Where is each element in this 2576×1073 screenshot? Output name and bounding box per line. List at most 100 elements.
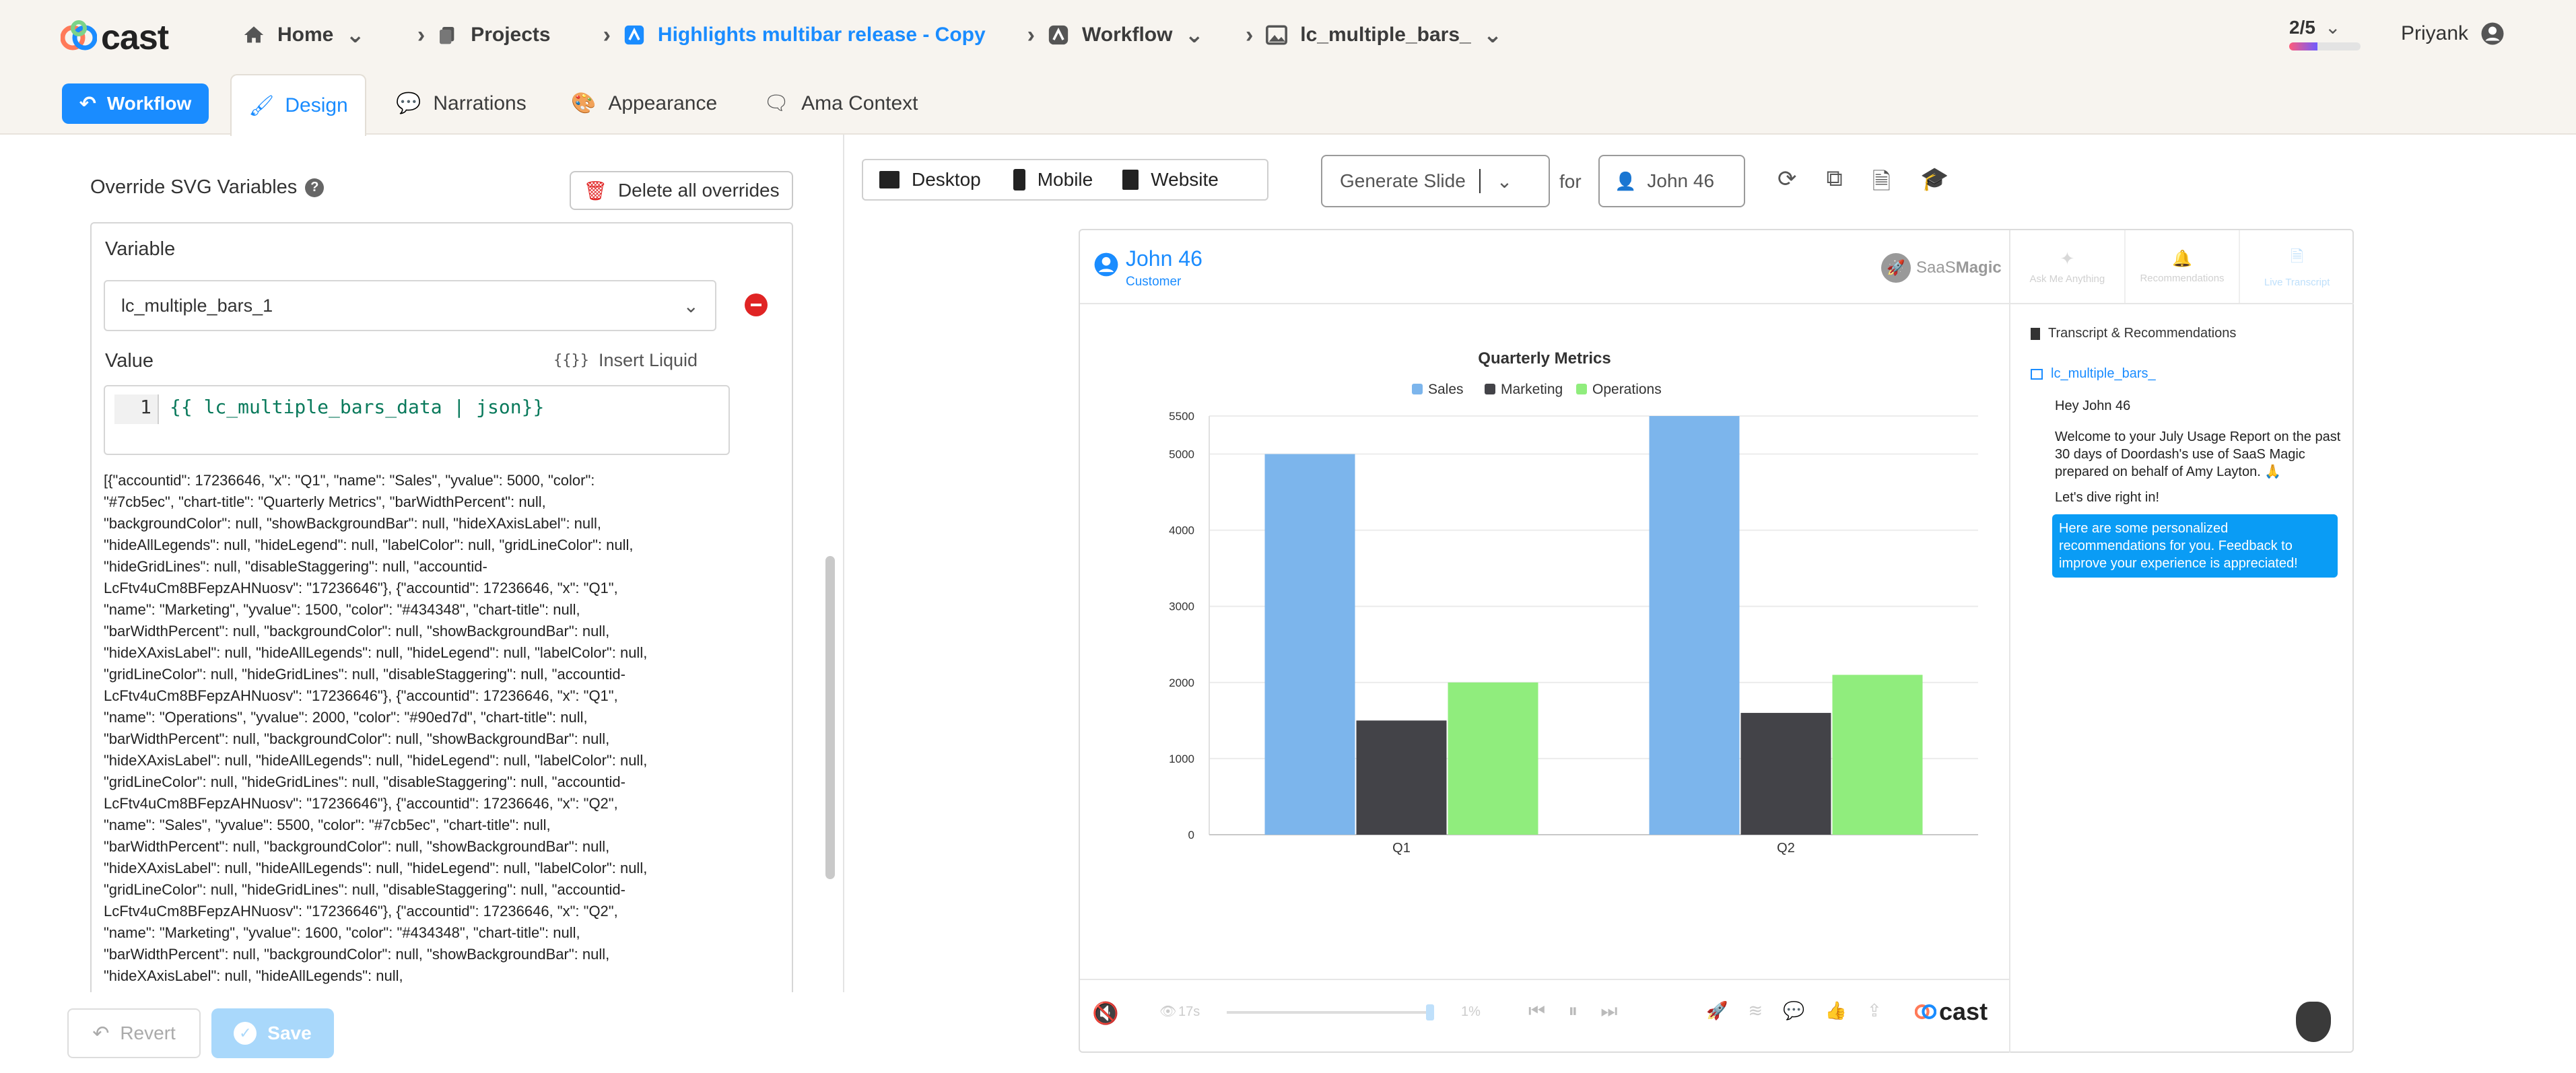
y-tick-label: 4000 [1169,524,1194,537]
tab-live-transcript[interactable]: 🗎 Live Transcript [2240,230,2354,303]
save-button[interactable]: ✓ Save [211,1008,334,1058]
value-label: Value [105,350,154,372]
comment-icon[interactable]: 💬 [1783,1000,1804,1021]
layers-icon[interactable]: ≋ [1748,1000,1763,1021]
breadcrumb-projects[interactable]: Projects [471,24,550,46]
breadcrumb-home[interactable]: Home [277,24,333,46]
chart-title: Quarterly Metrics [1478,349,1611,368]
forward-icon[interactable]: ⏭ [1600,1000,1617,1023]
user-avatar-icon [2481,22,2504,45]
chevron-down-icon[interactable]: ⌄ [1483,22,1503,48]
learn-cap-icon[interactable]: 🎓 [1920,166,1948,204]
document-icon: 🗎 [2291,248,2304,266]
revert-button[interactable]: ↶ Revert [67,1008,201,1058]
preview-card: John 46 Customer 🚀 SaaS Magic ✦ Ask Me An… [1079,229,2354,1053]
project-icon [623,24,646,46]
chevron-right-icon: › [1245,22,1254,48]
customer-name: John 46 [1126,246,1202,271]
variable-select[interactable]: lc_multiple_bars_1 ⌄ [104,280,716,331]
insert-liquid-label: Insert Liquid [598,350,698,370]
player-progress-track[interactable] [1227,1011,1433,1014]
override-card: Variable lc_multiple_bars_1 ⌄ Value {{}}… [90,222,793,1003]
tab-design[interactable]: 🖌 Design [230,74,366,136]
legend-label: Operations [1592,382,1662,397]
y-tick-label: 3000 [1169,600,1194,613]
mute-icon[interactable]: 🔇 [1092,1000,1119,1026]
player-actions: 🚀 ≋ 💬 👍 ⇪ [1706,1000,1882,1021]
chevron-right-icon: › [1027,22,1035,48]
progress-indicator[interactable]: 2/5 ⌄ [2289,16,2362,50]
bar-marketing-q2 [1740,713,1831,835]
rewind-icon[interactable]: ⏮ [1528,1000,1545,1023]
bar-sales-q1 [1264,454,1355,835]
user-menu[interactable]: Priyank [2401,22,2505,46]
share-icon[interactable]: ⇪ [1867,1000,1882,1021]
saas-magic-logo: 🚀 SaaS Magic [1881,253,2002,283]
tab-appearance-label: Appearance [608,92,718,114]
variable-label: Variable [105,238,176,260]
assistant-tabs: ✦ Ask Me Anything 🔔 Recommendations 🗎 Li… [2009,230,2354,304]
tab-ama-context[interactable]: 🗨 Ama Context [764,92,918,115]
liquid-braces-icon: {{}} [553,352,589,369]
y-tick-label: 1000 [1169,753,1194,765]
transcript-header: Transcript & Recommendations [2031,326,2236,341]
left-panel-scrollbar[interactable] [825,556,835,879]
tab-appearance[interactable]: 🎨 Appearance [571,92,717,115]
tab-narrations[interactable]: 💬 Narrations [396,92,527,115]
tab-recommendations[interactable]: 🔔 Recommendations [2126,230,2241,303]
refresh-icon[interactable]: ⟳ [1777,166,1797,204]
breadcrumb-project[interactable]: Highlights multibar release - Copy [658,24,986,46]
dropdown-separator [1479,169,1481,193]
legend-swatch [1485,384,1495,394]
pause-icon[interactable]: ⏸ [1568,1000,1578,1023]
device-desktop[interactable]: Desktop [863,169,997,191]
recipient-selector[interactable]: 👤 John 46 [1598,155,1745,207]
chevron-down-icon[interactable]: ⌄ [1184,22,1204,48]
bar-sales-q2 [1649,416,1740,835]
remove-override-button[interactable] [745,293,768,316]
workflow-back-button[interactable]: ↶ Workflow [62,83,209,124]
slide-image-icon [2031,368,2043,380]
insert-liquid-button[interactable]: {{}} Insert Liquid [553,350,698,371]
legend-swatch [1412,384,1423,394]
help-icon[interactable]: ? [305,178,325,197]
chevron-right-icon: › [417,22,426,48]
code-line-text: {{ lc_multiple_bars_data | json}} [170,396,545,418]
message-hey: Hey John 46 [2055,399,2131,413]
progress-bar [2289,42,2361,50]
breadcrumb-slide[interactable]: lc_multiple_bars_ [1300,24,1470,46]
tab-design-label: Design [285,94,348,116]
delete-all-overrides-button[interactable]: 🗑 Delete all overrides [570,171,793,210]
device-website[interactable]: Website [1109,169,1232,191]
for-label: for [1559,171,1582,192]
player-progress-handle[interactable] [1426,1004,1434,1020]
brush-icon: 🖌 [248,94,275,117]
export-file-icon[interactable]: 🗎 [1872,166,1891,204]
rocket-icon: 🚀 [1881,253,1911,283]
slide-link[interactable]: lc_multiple_bars_ [2031,366,2156,382]
file-icon [1122,170,1139,190]
chevron-down-icon: ⌄ [1496,170,1513,192]
recipient-label: John 46 [1647,170,1715,191]
bar-operations-q2 [1832,674,1923,835]
thumbs-up-icon[interactable]: 👍 [1825,1000,1847,1021]
device-switcher: Desktop Mobile Website [862,159,1268,201]
document-icon [2031,327,2040,340]
chevron-right-icon: › [603,22,611,48]
present-icon[interactable]: ⧉ [1827,166,1843,204]
cast-logo[interactable]: cast [61,18,169,58]
device-mobile[interactable]: Mobile [997,169,1109,191]
assistant-mascot-icon[interactable] [2296,1002,2331,1042]
panel-divider [843,135,844,1003]
liquid-code-editor[interactable]: 1 {{ lc_multiple_bars_data | json}} [104,385,730,455]
generate-slide-dropdown[interactable]: Generate Slide ⌄ [1321,155,1550,207]
rocket-icon[interactable]: 🚀 [1706,1000,1728,1021]
json-preview: [{"accountid": 17236646, "x": "Q1", "nam… [104,472,648,984]
bar-operations-q1 [1448,682,1538,835]
breadcrumb-workflow[interactable]: Workflow [1082,24,1172,46]
chevron-down-icon[interactable]: ⌄ [2325,16,2340,38]
chat-bubble-icon: 💬 [396,92,421,114]
chevron-down-icon[interactable]: ⌄ [345,22,365,48]
tab-ask-me-anything[interactable]: ✦ Ask Me Anything [2010,230,2126,303]
user-name: Priyank [2401,22,2469,44]
